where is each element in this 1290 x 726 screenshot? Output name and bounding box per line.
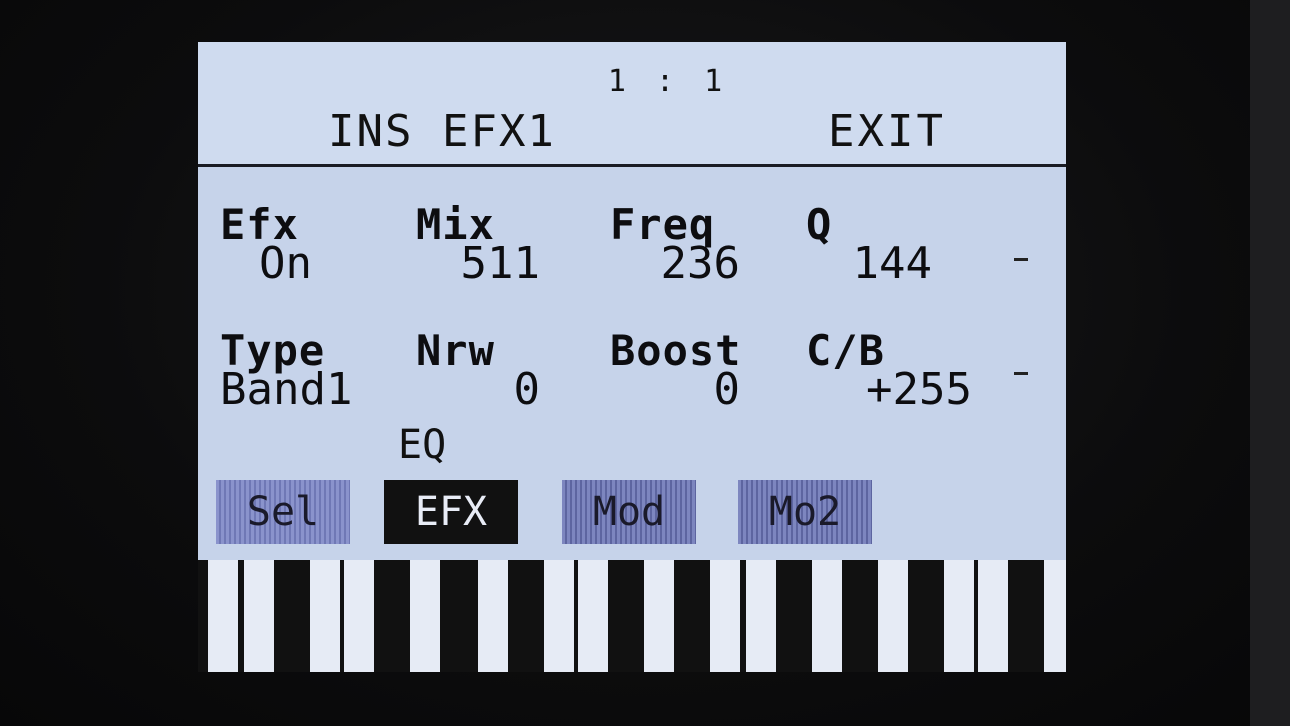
param-cb-value[interactable]: +255 xyxy=(822,364,972,415)
white-key[interactable] xyxy=(410,560,440,672)
exit-button[interactable]: EXIT xyxy=(828,106,946,157)
white-key[interactable] xyxy=(544,560,574,672)
keyboard-strip xyxy=(198,560,1066,672)
param-q-value[interactable]: 144 xyxy=(782,238,932,289)
white-key[interactable] xyxy=(208,560,238,672)
white-key[interactable] xyxy=(710,560,740,672)
row2-scroll-marker xyxy=(1014,372,1028,375)
white-key[interactable] xyxy=(978,560,1008,672)
param-type-value[interactable]: Band1 xyxy=(220,364,410,415)
white-key[interactable] xyxy=(1044,560,1066,672)
param-freq-value[interactable]: 236 xyxy=(590,238,740,289)
tab-mod[interactable]: Mod xyxy=(562,480,696,544)
white-key[interactable] xyxy=(644,560,674,672)
page-title: INS EFX1 xyxy=(328,106,556,157)
white-key[interactable] xyxy=(746,560,776,672)
param-mix-value[interactable]: 511 xyxy=(390,238,540,289)
white-key[interactable] xyxy=(310,560,340,672)
white-key[interactable] xyxy=(244,560,274,672)
white-key[interactable] xyxy=(812,560,842,672)
tab-mo2[interactable]: Mo2 xyxy=(738,480,872,544)
lcd-screen: 1 : 1 INS EFX1 EXIT Efx On Mix 511 Freq … xyxy=(198,42,1066,672)
tab-efx[interactable]: EFX xyxy=(384,480,518,544)
row1-scroll-marker xyxy=(1014,258,1028,261)
param-boost-value[interactable]: 0 xyxy=(590,364,741,415)
effect-type-name: EQ xyxy=(398,422,447,468)
white-key[interactable] xyxy=(578,560,608,672)
white-key[interactable] xyxy=(878,560,908,672)
white-key[interactable] xyxy=(944,560,974,672)
header-bar: 1 : 1 INS EFX1 EXIT xyxy=(198,42,1066,167)
white-key[interactable] xyxy=(344,560,374,672)
tab-sel[interactable]: Sel xyxy=(216,480,350,544)
device-edge xyxy=(1250,0,1290,726)
param-efx-value[interactable]: On xyxy=(198,238,312,289)
white-key[interactable] xyxy=(478,560,508,672)
position-indicator: 1 : 1 xyxy=(607,64,729,99)
param-nrw-value[interactable]: 0 xyxy=(390,364,541,415)
